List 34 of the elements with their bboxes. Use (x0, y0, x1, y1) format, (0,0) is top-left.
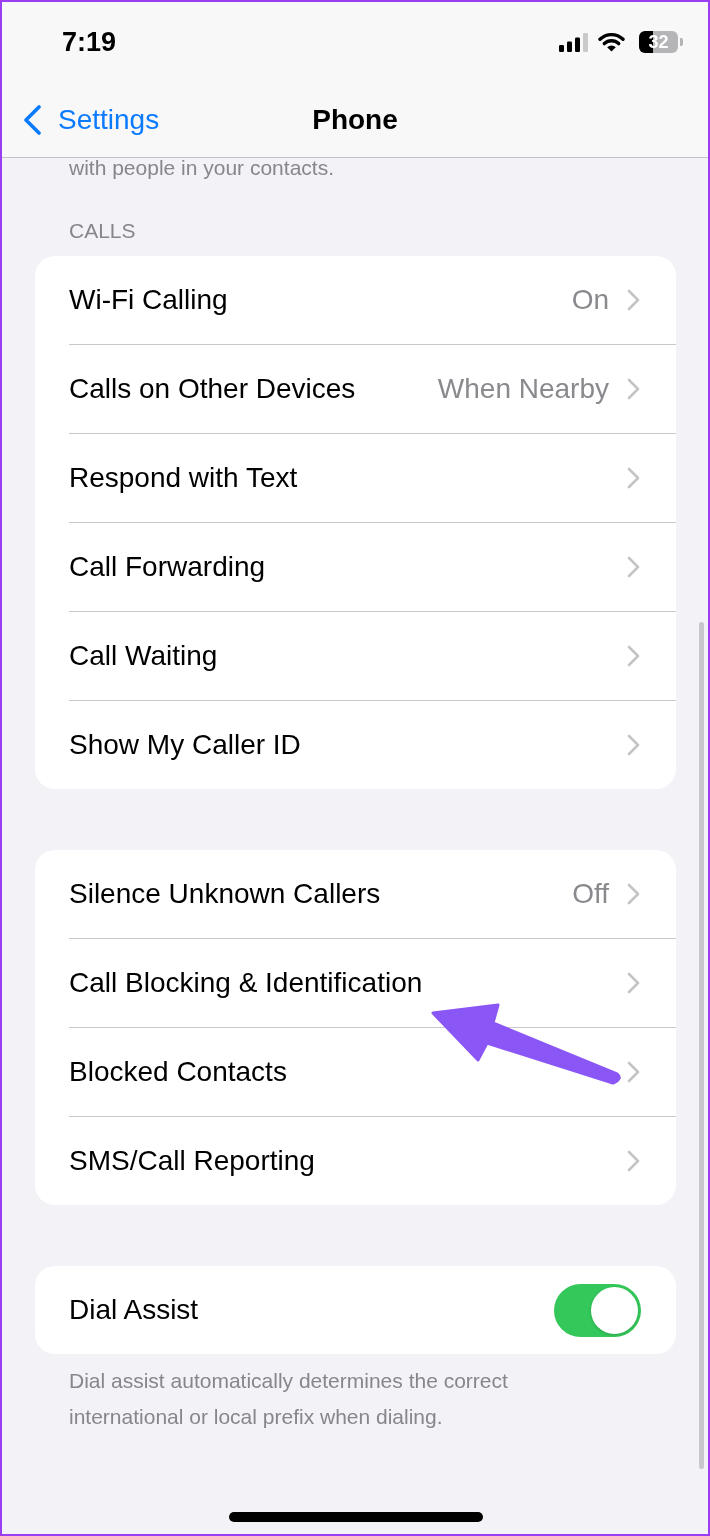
settings-row[interactable]: Call Waiting (35, 612, 676, 700)
status-time: 7:19 (62, 26, 117, 58)
section-header: CALLS (68, 219, 137, 243)
chevron-icon (627, 734, 640, 756)
chevron-icon (627, 972, 640, 994)
back-button[interactable]: Settings (2, 102, 160, 137)
back-chevron-icon (22, 104, 42, 135)
chevron-icon (627, 1061, 640, 1083)
chevron-icon (627, 1150, 640, 1172)
chevron-icon (627, 556, 640, 578)
settings-row[interactable]: Respond with Text (35, 434, 676, 522)
section-footer: Dial assist automatically determines the correct international or local prefix when dialing. (35, 1363, 613, 1435)
chevron-icon (627, 378, 640, 400)
chevron-icon (627, 645, 640, 667)
toggle-switch[interactable] (554, 1283, 641, 1337)
settings-row[interactable]: Blocked Contacts (35, 1028, 676, 1116)
settings-row[interactable]: Wi-Fi Calling On (35, 256, 676, 344)
row-label: Dial Assist (69, 1293, 200, 1327)
row-value: On (571, 283, 609, 317)
settings-row[interactable]: Call Forwarding (35, 523, 676, 611)
wifi-icon (598, 32, 625, 52)
chevron-icon (627, 289, 640, 311)
settings-row[interactable]: Show My Caller ID (35, 701, 676, 789)
signal-icon (559, 32, 589, 52)
intro-note: with people in your contacts. (68, 158, 335, 178)
settings-row[interactable]: Call Blocking & Identification (35, 939, 676, 1027)
chevron-icon (627, 467, 640, 489)
row-value: When Nearby (437, 372, 609, 406)
row-value: Off (572, 877, 609, 911)
settings-row[interactable]: SMS/Call Reporting (35, 1117, 676, 1205)
settings-row[interactable]: Calls on Other Devices When Nearby (35, 345, 676, 433)
settings-row[interactable]: Silence Unknown Callers Off (35, 850, 676, 938)
nav-title: Phone (312, 102, 398, 137)
chevron-icon (627, 883, 640, 905)
